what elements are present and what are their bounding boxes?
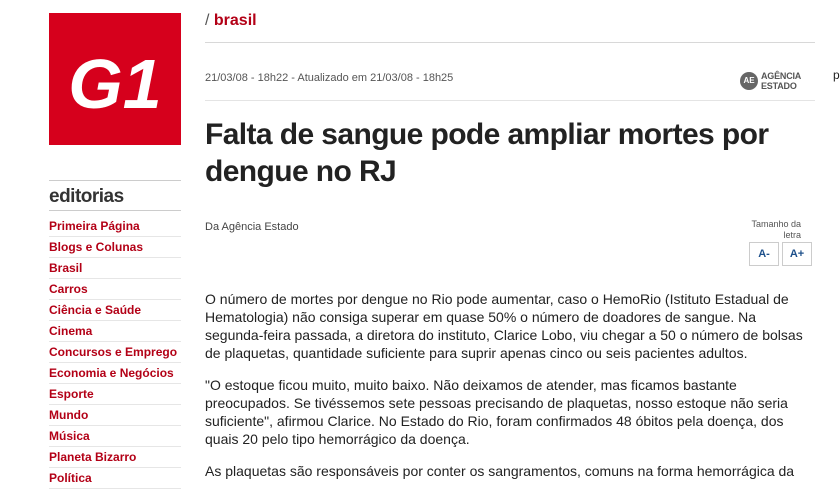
sidebar-title: editorias: [49, 186, 124, 207]
sidebar-item-carros[interactable]: Carros: [49, 279, 181, 300]
font-decrease-button[interactable]: A-: [749, 242, 779, 266]
sidebar-item-musica[interactable]: Música: [49, 426, 181, 447]
article-paragraph: As plaquetas são responsáveis por conter…: [205, 463, 795, 479]
section-link-brasil[interactable]: brasil: [214, 12, 257, 29]
article-paragraph: "O estoque ficou muito, muito baixo. Não…: [205, 377, 788, 447]
agencia-estado-line2: ESTADO: [761, 81, 797, 91]
article-paragraph: O número de mortes por dengue no Rio pod…: [205, 291, 803, 361]
sidebar-divider: [49, 210, 181, 211]
sidebar-item-primeira-pagina[interactable]: Primeira Página: [49, 216, 181, 237]
sidebar-item-cinema[interactable]: Cinema: [49, 321, 181, 342]
publish-date: 21/03/08 - 18h22 - Atualizado em 21/03/0…: [205, 72, 454, 84]
article-byline: Da Agência Estado: [205, 221, 299, 233]
sidebar-item-ciencia-e-saude[interactable]: Ciência e Saúde: [49, 300, 181, 321]
date-divider: [205, 100, 815, 101]
g1-logo[interactable]: G1: [49, 13, 181, 145]
sidebar-nav: Primeira Página Blogs e Colunas Brasil C…: [49, 216, 181, 489]
agencia-estado-badge: AE: [740, 72, 758, 90]
article-body: O número de mortes por dengue no Rio pod…: [205, 290, 813, 494]
sidebar-item-esporte[interactable]: Esporte: [49, 384, 181, 405]
agencia-estado-logo: AE AGÊNCIA ESTADO: [740, 70, 812, 94]
sidebar-item-planeta-bizarro[interactable]: Planeta Bizarro: [49, 447, 181, 468]
breadcrumb-separator: /: [205, 12, 210, 29]
sidebar-item-politica[interactable]: Política: [49, 468, 181, 489]
sidebar-item-economia-e-negocios[interactable]: Economia e Negócios: [49, 363, 181, 384]
sidebar-item-concursos-e-emprego[interactable]: Concursos e Emprego: [49, 342, 181, 363]
page-right-edge: [832, 0, 840, 478]
agencia-estado-line1: AGÊNCIA: [761, 71, 802, 81]
g1-logo-mark: G1: [49, 13, 181, 145]
header-divider: [205, 42, 815, 43]
sidebar-item-blogs-e-colunas[interactable]: Blogs e Colunas: [49, 237, 181, 258]
font-size-label: Tamanho da letra: [751, 219, 801, 240]
g1-logo-text: G1: [68, 45, 161, 123]
font-increase-button[interactable]: A+: [782, 242, 812, 266]
section-breadcrumb: / brasil: [205, 12, 257, 30]
article-title: Falta de sangue pode ampliar mortes por …: [205, 118, 769, 188]
agencia-estado-wordmark: AGÊNCIA ESTADO: [761, 71, 811, 91]
sidebar-item-mundo[interactable]: Mundo: [49, 405, 181, 426]
sidebar-divider-top: [49, 180, 181, 181]
sidebar-item-brasil[interactable]: Brasil: [49, 258, 181, 279]
